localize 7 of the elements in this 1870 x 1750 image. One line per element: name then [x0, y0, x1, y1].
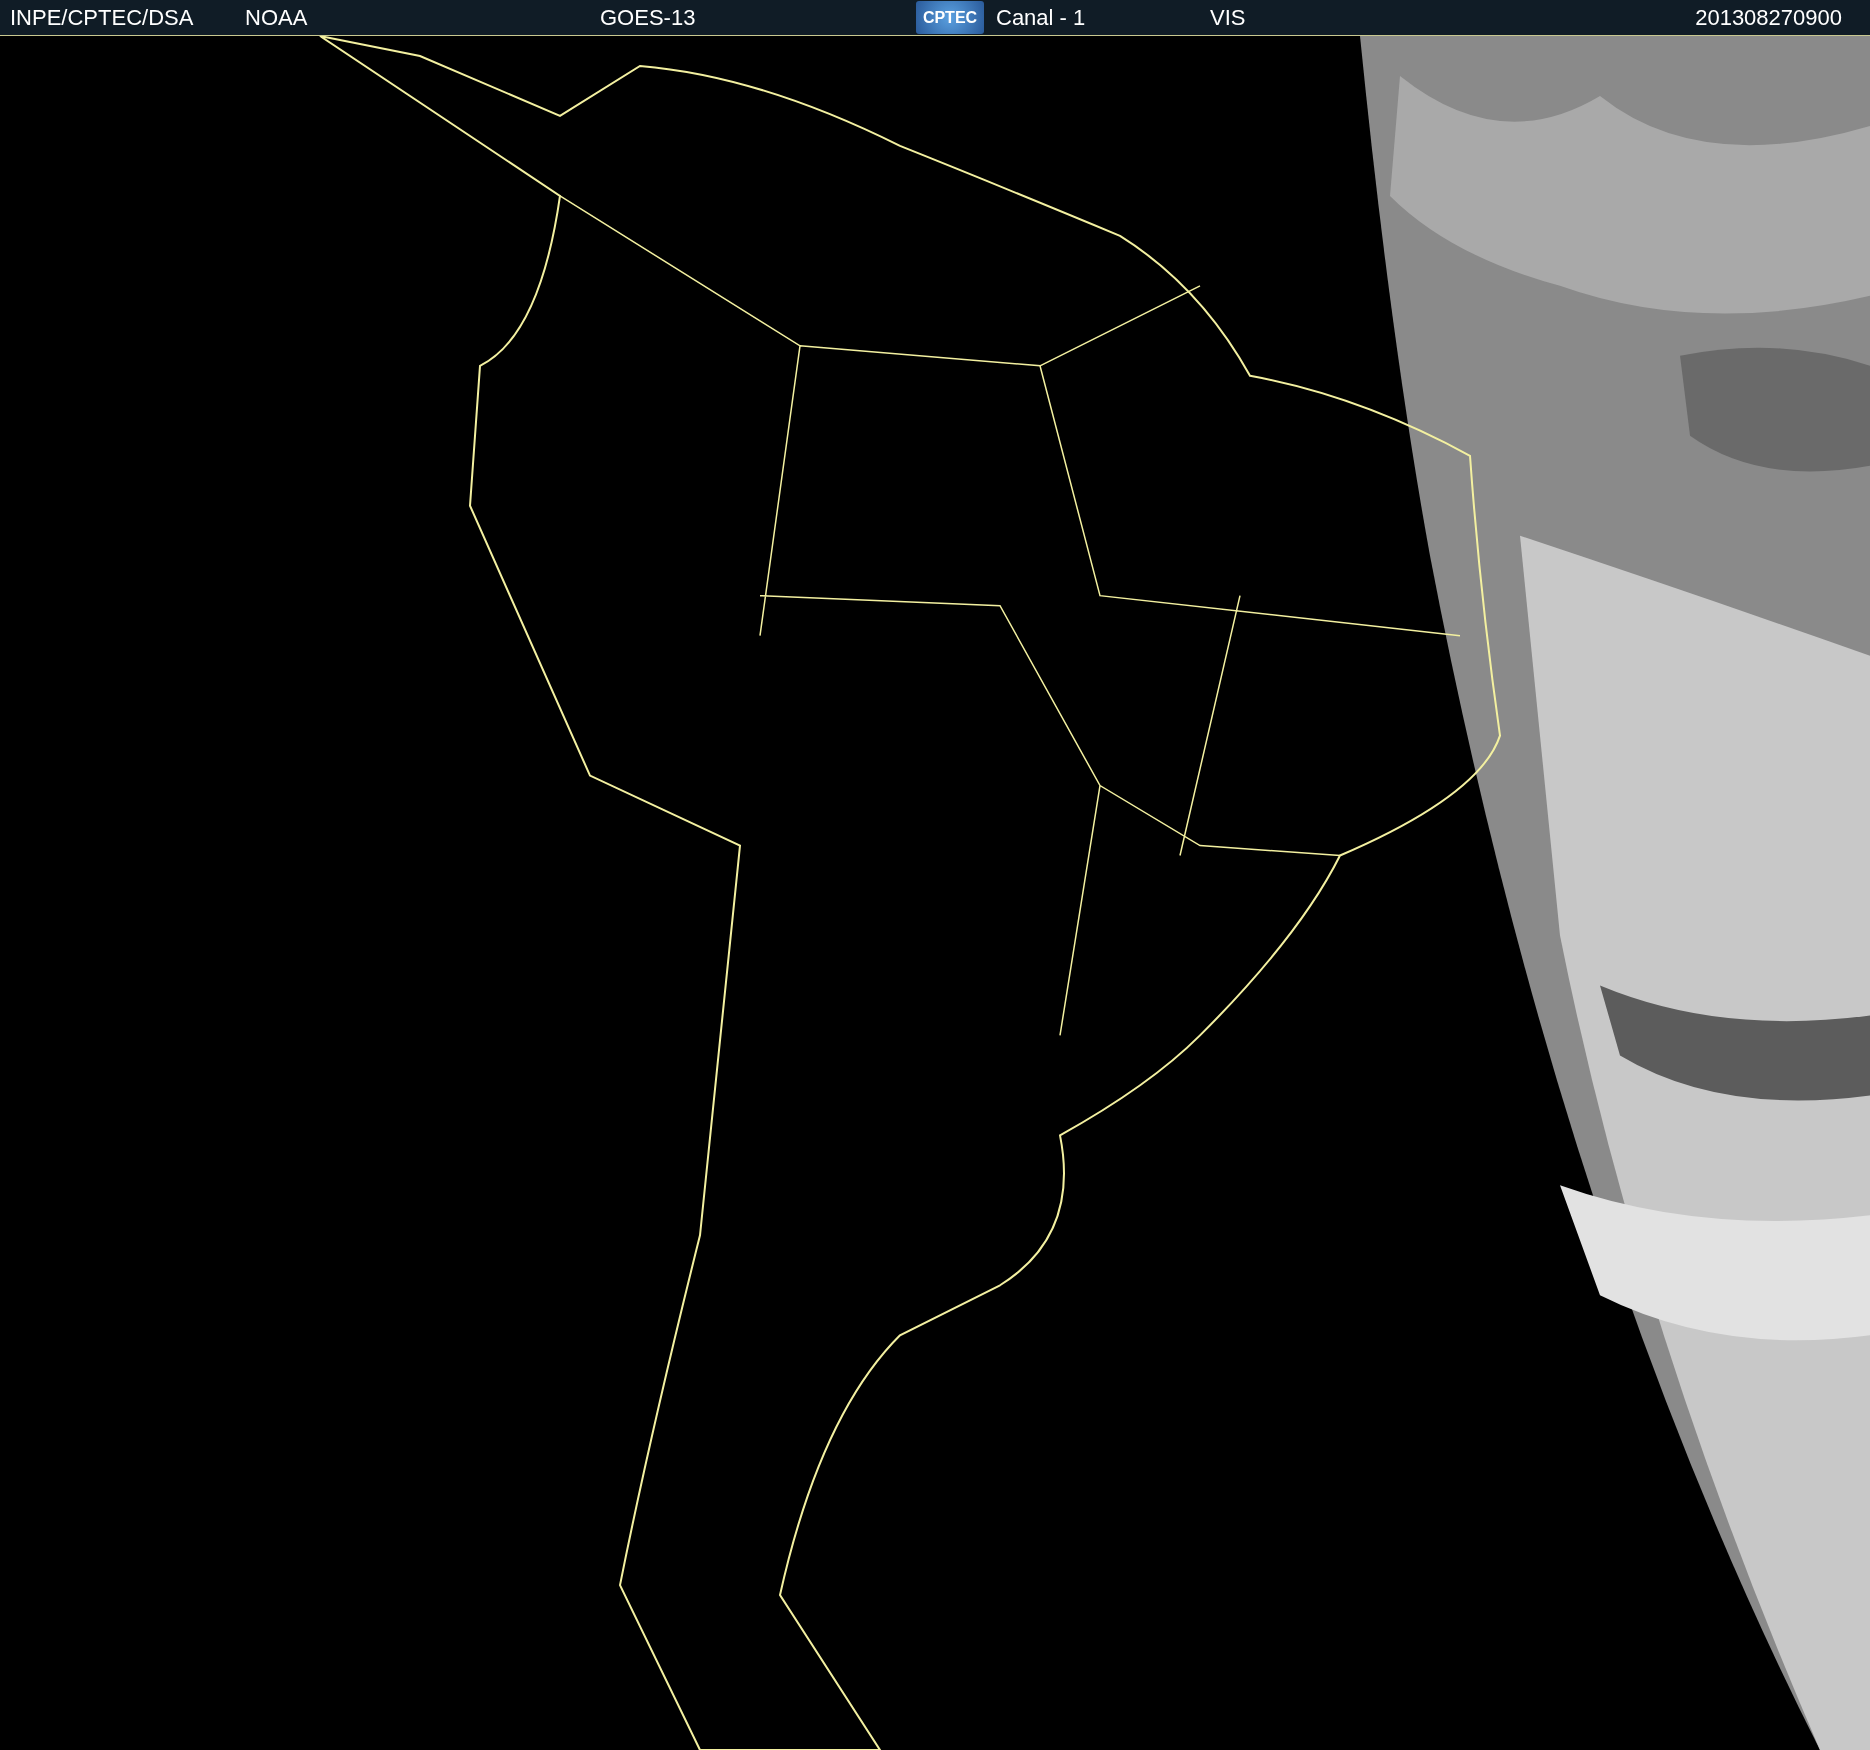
agency-label: NOAA: [245, 4, 309, 31]
logo: CPTEC: [916, 1, 984, 34]
band-label: VIS: [1210, 4, 1247, 31]
timestamp-label: 201308270900: [1695, 4, 1842, 31]
source-label: INPE/CPTEC/DSA: [10, 4, 195, 31]
satellite-label: GOES-13: [600, 4, 697, 31]
channel-label: Canal - 1: [996, 4, 1087, 31]
